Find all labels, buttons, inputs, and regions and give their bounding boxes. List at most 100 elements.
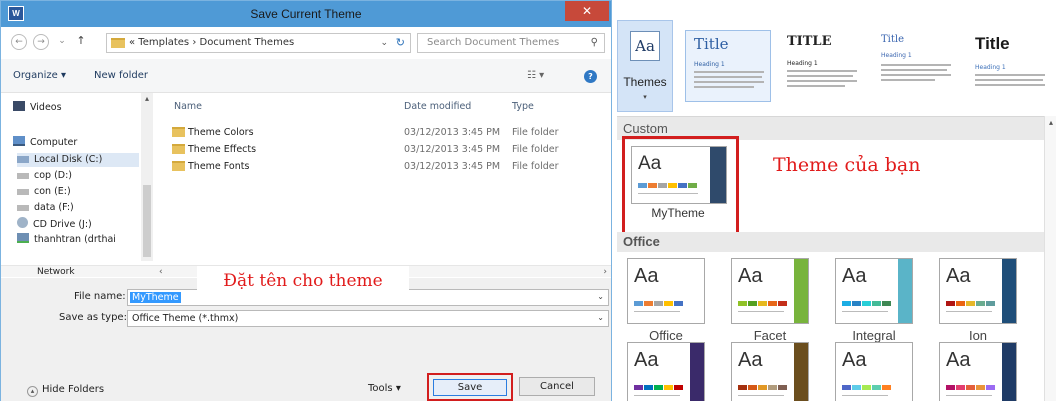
sidebar-item-videos[interactable]: Videos xyxy=(13,101,62,115)
sidebar-item-cd-drive-j[interactable]: CD Drive (J:) xyxy=(17,217,92,231)
color-swatch xyxy=(778,385,787,390)
theme-tile[interactable]: Aa xyxy=(835,342,913,401)
help-icon[interactable]: ? xyxy=(584,70,597,83)
text-line xyxy=(881,74,951,76)
style-heading: Heading 1 xyxy=(975,64,1006,71)
cancel-button[interactable]: Cancel xyxy=(519,377,595,396)
color-swatch xyxy=(738,385,747,390)
chevron-down-icon[interactable]: ⌄ xyxy=(597,313,604,322)
theme-tile[interactable]: Aa xyxy=(627,342,705,401)
navigation-scrollbar[interactable]: ▴ xyxy=(141,93,153,261)
breadcrumb[interactable]: « Templates › Document Themes xyxy=(129,34,294,52)
theme-accent-strip xyxy=(710,147,726,203)
file-row[interactable]: Theme Effects 03/12/2013 3:45 PM File fo… xyxy=(154,142,611,157)
theme-accent-strip xyxy=(690,259,704,323)
refresh-icon[interactable]: ↻ xyxy=(396,34,405,52)
save-type-select[interactable]: Office Theme (*.thmx) ⌄ xyxy=(127,310,609,327)
sidebar-item-con-e[interactable]: con (E:) xyxy=(17,185,71,199)
recent-locations-icon[interactable]: ⌄ xyxy=(54,34,70,50)
color-swatch xyxy=(674,385,683,390)
hide-folders-button[interactable]: ▴ Hide Folders xyxy=(27,384,104,397)
scroll-up-icon[interactable]: ▴ xyxy=(1045,118,1056,127)
color-swatch xyxy=(748,385,757,390)
color-swatch xyxy=(778,301,787,306)
sidebar-item-label: thanhtran (drthai xyxy=(34,234,116,245)
chevron-up-icon: ▴ xyxy=(27,386,38,397)
file-row[interactable]: Theme Colors 03/12/2013 3:45 PM File fol… xyxy=(154,125,611,140)
organize-button[interactable]: Organize ▾ xyxy=(13,59,66,93)
style-set-card[interactable]: TITLE Heading 1 xyxy=(779,30,865,102)
theme-preview-aa: Aa xyxy=(946,349,971,371)
style-title: Title xyxy=(975,34,1010,53)
theme-accent-strip xyxy=(794,259,808,323)
theme-tile[interactable]: Aa xyxy=(627,258,705,324)
sidebar-item-local-disk-c[interactable]: Local Disk (C:) xyxy=(17,153,139,167)
sidebar-item-label: con (E:) xyxy=(34,186,71,197)
color-swatch xyxy=(688,183,697,188)
scroll-right-icon[interactable]: › xyxy=(603,266,607,278)
back-button[interactable]: ← xyxy=(11,34,27,50)
file-type: File folder xyxy=(512,144,559,155)
theme-preview-aa: Aa xyxy=(634,265,659,287)
theme-preview-aa: Aa xyxy=(738,349,763,371)
dialog-toolbar: Organize ▾ New folder ☷ ▾ ? xyxy=(1,59,611,93)
style-set-card[interactable]: Title Heading 1 xyxy=(967,30,1053,102)
theme-tile[interactable]: Aa xyxy=(731,342,809,401)
color-swatch xyxy=(748,301,757,306)
theme-tile[interactable]: Aa xyxy=(939,342,1017,401)
theme-name: Facet xyxy=(753,328,787,343)
file-list: Name Date modified Type Theme Colors 03/… xyxy=(154,93,611,261)
theme-tile[interactable]: Aa xyxy=(835,258,913,324)
annotation-your-theme: Theme của bạn xyxy=(773,154,921,176)
change-view-button[interactable]: ☷ ▾ xyxy=(527,59,544,93)
search-input[interactable]: Search Document Themes ⚲ xyxy=(417,33,605,53)
save-button[interactable]: Save xyxy=(433,379,507,396)
office-section-label: Office xyxy=(623,234,660,249)
address-bar[interactable]: « Templates › Document Themes ⌄ ↻ xyxy=(106,33,411,53)
theme-rule xyxy=(638,193,698,194)
theme-tile[interactable]: Aa xyxy=(731,258,809,324)
theme-preview-aa: Aa xyxy=(634,349,659,371)
style-heading: Heading 1 xyxy=(787,60,818,67)
color-swatch xyxy=(986,385,995,390)
file-date: 03/12/2013 3:45 PM xyxy=(404,144,501,155)
my-theme-tile[interactable]: Aa xyxy=(631,146,727,204)
column-header-name[interactable]: Name xyxy=(174,101,202,112)
sidebar-item-computer[interactable]: Computer xyxy=(13,136,77,150)
sidebar-item-data-f[interactable]: data (F:) xyxy=(17,201,74,215)
video-icon xyxy=(13,101,25,111)
new-folder-button[interactable]: New folder xyxy=(94,59,148,93)
column-header-date[interactable]: Date modified xyxy=(404,101,471,112)
theme-preview-aa: Aa xyxy=(738,265,763,287)
close-button[interactable]: ✕ xyxy=(565,1,609,21)
file-row[interactable]: Theme Fonts 03/12/2013 3:45 PM File fold… xyxy=(154,159,611,174)
text-line xyxy=(881,79,935,81)
gallery-scrollbar[interactable]: ▴ xyxy=(1044,116,1056,401)
theme-color-swatches xyxy=(946,301,996,306)
theme-accent-strip xyxy=(690,343,704,401)
sidebar-item-cop-d[interactable]: cop (D:) xyxy=(17,169,72,183)
color-swatch xyxy=(966,385,975,390)
sidebar-item-label: CD Drive (J:) xyxy=(33,219,92,230)
sidebar-item-thanhtran[interactable]: thanhtran (drthai xyxy=(17,233,116,247)
theme-color-swatches xyxy=(634,385,684,390)
style-set-card[interactable]: Title Heading 1 xyxy=(873,30,959,102)
chevron-down-icon[interactable]: ⌄ xyxy=(597,292,604,301)
address-dropdown-icon[interactable]: ⌄ xyxy=(380,34,388,52)
theme-preview-aa: Aa xyxy=(946,265,971,287)
theme-tile[interactable]: Aa xyxy=(939,258,1017,324)
style-set-card[interactable]: Title Heading 1 xyxy=(685,30,771,102)
network-drive-icon xyxy=(17,233,29,243)
scroll-up-icon[interactable]: ▴ xyxy=(141,94,153,103)
up-folder-button[interactable]: ↑ xyxy=(73,34,89,50)
tools-button[interactable]: Tools ▾ xyxy=(368,383,401,394)
sidebar-item-network[interactable]: Network xyxy=(37,266,75,278)
text-line xyxy=(787,85,845,87)
scrollbar-thumb[interactable] xyxy=(143,185,151,257)
color-swatch xyxy=(638,183,647,188)
column-header-type[interactable]: Type xyxy=(512,101,534,112)
scroll-left-icon[interactable]: ‹ xyxy=(159,266,163,278)
forward-button[interactable]: → xyxy=(33,34,49,50)
themes-button[interactable]: Aa Themes ▾ xyxy=(617,20,673,112)
color-swatch xyxy=(862,301,871,306)
